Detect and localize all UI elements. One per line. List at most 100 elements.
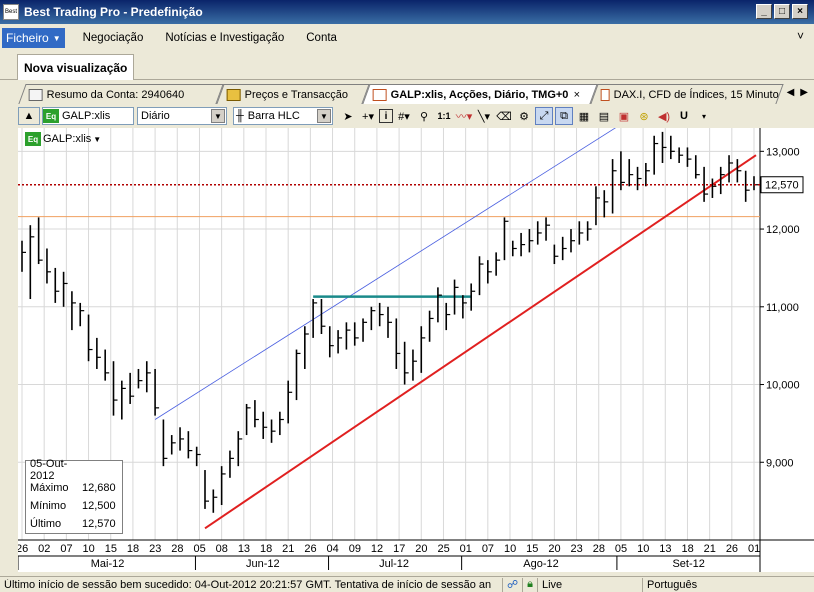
- x-day-label: 01: [748, 543, 760, 555]
- info-row-last: Último 12,570: [26, 515, 122, 533]
- indicator-icon[interactable]: 〰▾: [455, 107, 473, 125]
- info-icon[interactable]: i: [379, 109, 393, 123]
- chart-style-value: Barra HLC: [247, 110, 300, 122]
- crosshair-icon[interactable]: +▾: [359, 107, 377, 125]
- x-day-label: 28: [593, 543, 605, 555]
- price-chart[interactable]: 9,000 10,000 11,000 12,000 13,000 12,570 26 02 0…: [16, 108, 814, 572]
- toolbar-more-icon[interactable]: ▾: [695, 107, 713, 125]
- scroll-left-icon[interactable]: ◀: [787, 87, 795, 98]
- trendline-icon[interactable]: ╲▾: [475, 107, 493, 125]
- interval-select[interactable]: Diário ▼: [137, 107, 227, 125]
- x-day-label: 28: [171, 543, 183, 555]
- x-day-label: 01: [460, 543, 472, 555]
- x-day-label: 05: [193, 543, 205, 555]
- x-day-label: 04: [327, 543, 339, 555]
- x-day-label: 15: [105, 543, 117, 555]
- maximize-button[interactable]: □: [774, 4, 790, 19]
- y-tick-label: 10,000: [766, 380, 800, 392]
- ratio-button[interactable]: 1:1: [435, 107, 453, 125]
- menu-noticias[interactable]: Notícias e Investigação: [161, 32, 288, 44]
- chart-symbol-label[interactable]: Eq GALP:xlis ▼: [25, 132, 101, 146]
- close-tab-icon[interactable]: ×: [574, 89, 580, 101]
- tab-precos-transaccao[interactable]: Preços e Transacção: [216, 84, 370, 104]
- x-day-label: 10: [83, 543, 95, 555]
- scroll-right-icon[interactable]: ▶: [800, 87, 808, 98]
- lock-icon: 🔒︎: [527, 578, 533, 590]
- language-indicator[interactable]: Português: [647, 579, 697, 591]
- close-button[interactable]: ×: [792, 4, 808, 19]
- x-day-label: 23: [149, 543, 161, 555]
- triangle-up-icon: ▲: [23, 110, 35, 122]
- interval-value: Diário: [141, 110, 170, 122]
- title-bar: Best Best Trading Pro - Predefinição _ □…: [0, 0, 814, 24]
- tab-label: GALP:xlis, Acções, Diário, TMG+0: [390, 88, 569, 101]
- tab-dax-chart[interactable]: DAX.I, CFD de Índices, 15 Minuto: [590, 84, 784, 104]
- network-icon: ☍: [507, 579, 519, 591]
- x-day-label: 07: [60, 543, 72, 555]
- sound-icon[interactable]: ◀): [655, 107, 673, 125]
- copy-chart-icon[interactable]: ▤: [595, 107, 613, 125]
- x-day-label: 18: [260, 543, 272, 555]
- ohlc-info-box: 05-Out-2012 Máximo 12,680 Mínimo 12,500 Úl…: [25, 458, 123, 534]
- grid-icon[interactable]: #▾: [395, 107, 413, 125]
- tab-nova-visualizacao[interactable]: Nova visualização: [17, 54, 135, 80]
- tab-label: Preços e Transacção: [244, 88, 349, 101]
- chart-area[interactable]: 9,000 10,000 11,000 12,000 13,000 12,570 26 02 0…: [16, 108, 814, 572]
- x-day-label: 20: [548, 543, 560, 555]
- info-row-min: Mínimo 12,500: [26, 497, 122, 515]
- pointer-icon[interactable]: ➤: [339, 107, 357, 125]
- template-icon[interactable]: ▦: [575, 107, 593, 125]
- x-day-label: 10: [504, 543, 516, 555]
- x-day-label: 10: [637, 543, 649, 555]
- x-day-label: 21: [704, 543, 716, 555]
- x-day-label: 09: [349, 543, 361, 555]
- x-month-label: Ago-12: [523, 558, 558, 570]
- x-day-label: 18: [681, 543, 693, 555]
- x-day-label: 18: [127, 543, 139, 555]
- divider: [537, 577, 538, 592]
- status-bar: Último início de sessão bem sucedido: 04…: [0, 576, 814, 592]
- x-day-label: 25: [437, 543, 449, 555]
- collapse-toolbar-button[interactable]: ▲: [18, 107, 40, 125]
- equity-icon: Eq: [25, 132, 41, 146]
- view-tabs: Nova visualização: [0, 52, 814, 80]
- last-price-label: 12,570: [765, 180, 799, 192]
- tab-galp-chart[interactable]: GALP:xlis, Acções, Diário, TMG+0 ×: [362, 84, 598, 104]
- left-strip: [0, 104, 18, 572]
- x-day-label: 12: [371, 543, 383, 555]
- x-day-label: 13: [659, 543, 671, 555]
- x-day-label: 26: [18, 543, 28, 555]
- collapse-ribbon-icon[interactable]: ˅: [797, 29, 804, 43]
- tab-resumo-conta[interactable]: Resumo da Conta: 2940640: [18, 84, 224, 104]
- autoscale-icon[interactable]: ⤢: [535, 107, 553, 125]
- symbol-field[interactable]: Eq GALP:xlis: [42, 107, 134, 125]
- app-window: Best Best Trading Pro - Predefinição _ □…: [0, 0, 814, 592]
- chart-style-select[interactable]: ╫ Barra HLC ▼: [233, 107, 333, 125]
- chevron-down-icon: ▼: [52, 33, 61, 43]
- x-month-label: Jun-12: [246, 558, 280, 570]
- chart-icon: [600, 88, 610, 101]
- magnet-icon[interactable]: ⧉: [555, 107, 573, 125]
- chart-icon: [372, 88, 387, 101]
- x-day-label: 02: [38, 543, 50, 555]
- alert-icon[interactable]: ⊛: [635, 107, 653, 125]
- chevron-down-icon: ▼: [211, 109, 225, 123]
- drawing-settings-icon[interactable]: ⚙: [515, 107, 533, 125]
- chart-toolbar: ▲ Eq GALP:xlis Diário ▼ ╫ Barra HLC ▼ ➤ …: [18, 105, 814, 127]
- menu-negociacao[interactable]: Negociação: [79, 32, 148, 44]
- hlc-bar-icon: ╫: [236, 110, 244, 122]
- info-date: 05-Out-2012: [26, 458, 122, 482]
- u-icon[interactable]: U: [675, 107, 693, 125]
- menu-ficheiro[interactable]: Ficheiro ▼: [2, 28, 65, 48]
- zoom-icon[interactable]: ⚲: [415, 107, 433, 125]
- eraser-icon[interactable]: ⌫: [495, 107, 513, 125]
- print-icon[interactable]: ▣: [615, 107, 633, 125]
- support-trendline: [204, 154, 757, 530]
- tab-label: Resumo da Conta: 2940640: [46, 88, 185, 101]
- chevron-down-icon: ▼: [317, 109, 331, 123]
- x-day-label: 23: [571, 543, 583, 555]
- menu-conta[interactable]: Conta: [302, 32, 341, 44]
- chart-symbol-text: GALP:xlis: [43, 133, 92, 145]
- app-logo-icon: Best: [3, 4, 19, 20]
- minimize-button[interactable]: _: [756, 4, 772, 19]
